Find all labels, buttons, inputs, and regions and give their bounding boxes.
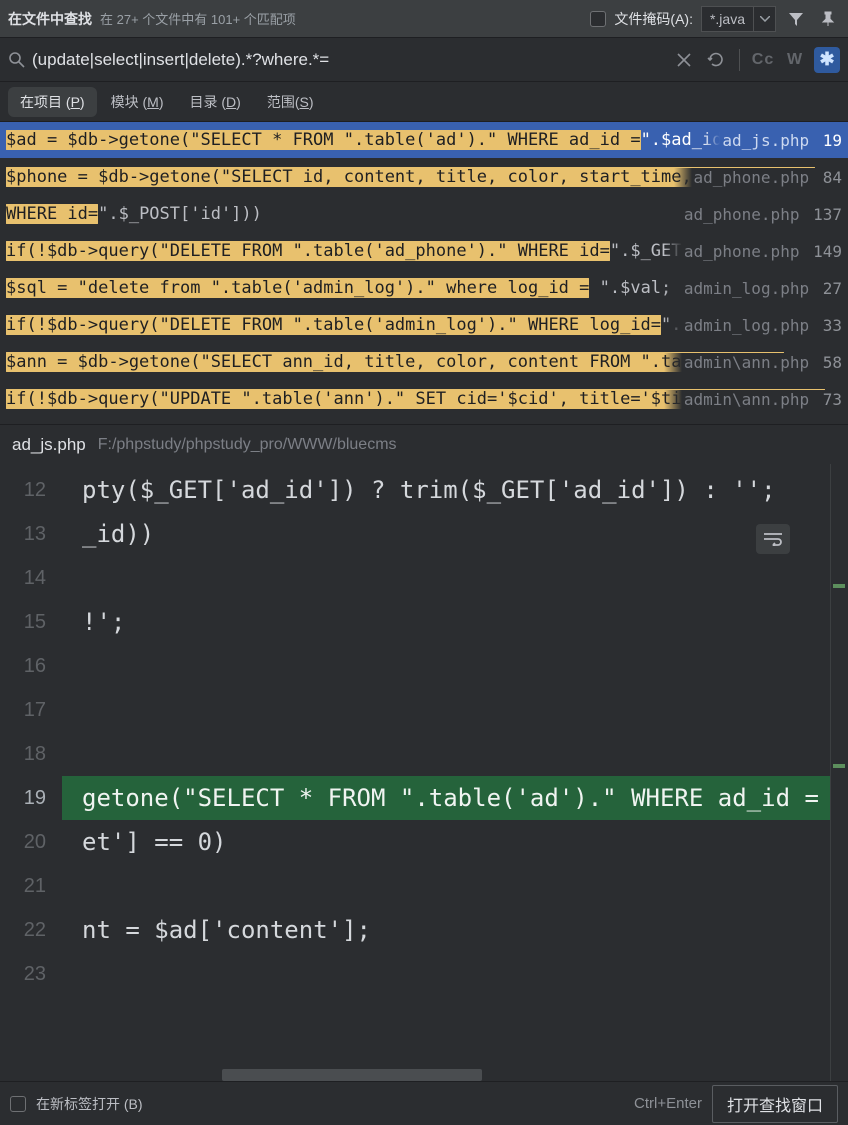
result-row[interactable]: $sql = "delete from ".table('admin_log')… (0, 270, 848, 307)
file-mask-combo[interactable]: *.java (701, 6, 776, 32)
result-file: ad_phone.php 149 (664, 242, 842, 261)
line-gutter: 121314151617181920212223 (0, 464, 62, 1081)
tab-scope[interactable]: 范围(S) (255, 87, 326, 117)
preview-path: F:/phpstudy/phpstudy_pro/WWW/bluecms (98, 436, 397, 454)
result-row[interactable]: if(!$db->query("DELETE FROM ".table('ad_… (0, 233, 848, 270)
separator (739, 49, 740, 71)
title-bar: 在文件中查找 在 27+ 个文件中有 101+ 个匹配项 文件掩码(A): *.… (0, 0, 848, 38)
dialog-title: 在文件中查找 (8, 9, 92, 29)
search-icon (8, 51, 26, 69)
result-file: admin_log.php 27 (664, 279, 842, 298)
scope-tabs: 在项目 (P) 模块 (M) 目录 (D) 范围(S) (0, 82, 848, 122)
result-row[interactable]: if(!$db->query("DELETE FROM ".table('adm… (0, 307, 848, 344)
result-row[interactable]: if(!$db->query("UPDATE ".table('ann')." … (0, 381, 848, 418)
preview-filename: ad_js.php (12, 435, 86, 455)
tab-directory[interactable]: 目录 (D) (177, 87, 252, 117)
result-file: admin_log.php 33 (664, 316, 842, 335)
clear-icon[interactable] (671, 47, 697, 73)
regex-toggle[interactable]: ✱ (814, 47, 840, 73)
editor-preview[interactable]: 121314151617181920212223 pty($_GET['ad_i… (0, 464, 848, 1081)
word-toggle[interactable]: W (782, 47, 808, 73)
shortcut-hint: Ctrl+Enter (634, 1095, 702, 1112)
new-tab-label: 在新标签打开 (B) (36, 1094, 143, 1114)
case-toggle[interactable]: Cc (750, 47, 776, 73)
results-list[interactable]: $ad = $db->getone("SELECT * FROM ".table… (0, 122, 848, 418)
history-icon[interactable] (703, 47, 729, 73)
open-find-window-button[interactable]: 打开查找窗口 (712, 1085, 838, 1123)
result-file: admin\ann.php 73 (664, 390, 842, 409)
code-area[interactable]: pty($_GET['ad_id']) ? trim($_GET['ad_id'… (62, 464, 830, 1081)
result-row[interactable]: WHERE id=".$_POST['id']))ad_phone.php 13… (0, 196, 848, 233)
result-row[interactable]: $ad = $db->getone("SELECT * FROM ".table… (0, 122, 848, 159)
filter-icon[interactable] (784, 7, 808, 31)
search-input[interactable] (32, 50, 665, 70)
result-file: ad_js.php 19 (702, 131, 842, 150)
result-file: ad_phone.php 84 (674, 168, 843, 187)
marker-bar[interactable] (830, 464, 848, 1081)
search-bar: Cc W ✱ (0, 38, 848, 82)
file-mask-checkbox[interactable] (590, 11, 606, 27)
file-mask-value: *.java (702, 11, 753, 27)
pin-icon[interactable] (816, 7, 840, 31)
horizontal-scrollbar[interactable] (222, 1069, 482, 1081)
result-file: ad_phone.php 137 (664, 205, 842, 224)
tab-module[interactable]: 模块 (M) (99, 87, 176, 117)
new-tab-checkbox[interactable] (10, 1096, 26, 1112)
file-mask-label: 文件掩码(A): (614, 9, 693, 29)
footer-bar: 在新标签打开 (B) Ctrl+Enter 打开查找窗口 (0, 1081, 848, 1125)
soft-wrap-icon[interactable] (756, 524, 790, 554)
result-row[interactable]: $ann = $db->getone("SELECT ann_id, title… (0, 344, 848, 381)
tab-project[interactable]: 在项目 (P) (8, 87, 97, 117)
chevron-down-icon[interactable] (753, 7, 775, 31)
result-row[interactable]: $phone = $db->getone("SELECT id, content… (0, 159, 848, 196)
preview-header: ad_js.php F:/phpstudy/phpstudy_pro/WWW/b… (0, 424, 848, 464)
match-stats: 在 27+ 个文件中有 101+ 个匹配项 (100, 9, 296, 28)
result-file: admin\ann.php 58 (664, 353, 842, 372)
